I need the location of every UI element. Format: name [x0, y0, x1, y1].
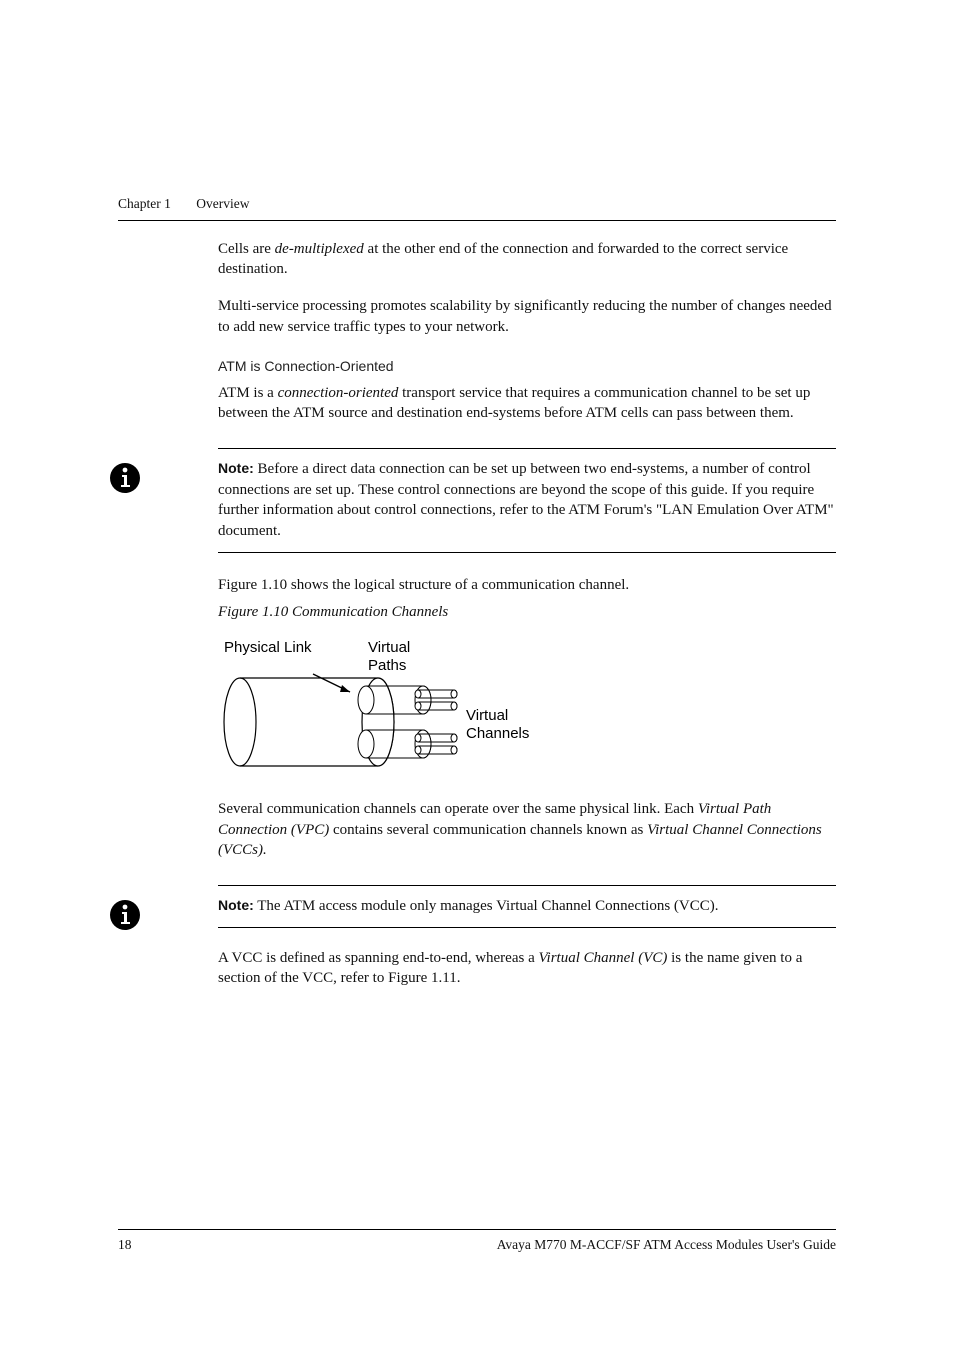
paragraph: ATM is a connection-oriented transport s… — [218, 383, 836, 424]
figure-caption: Figure 1.10 Communication Channels — [218, 602, 836, 623]
note-label: Note: — [218, 460, 254, 476]
paragraph: Multi-service processing promotes scalab… — [218, 296, 836, 337]
note-text: The ATM access module only manages Virtu… — [254, 898, 719, 914]
fig-label-vc1: Virtual — [466, 707, 508, 724]
note-body: Note: The ATM access module only manages… — [218, 896, 836, 917]
running-head: Chapter 1 Overview — [118, 195, 836, 214]
body-cont2: A VCC is defined as spanning end-to-end,… — [118, 928, 836, 989]
figure-communication-channels: Physical Link Virtual Paths Virtual Chan… — [218, 632, 836, 789]
page: Chapter 1 Overview Cells are de-multiple… — [0, 0, 954, 1351]
note-text: Before a direct data connection can be s… — [218, 461, 834, 539]
chapter-title: Overview — [196, 196, 249, 211]
paragraph: Cells are de-multiplexed at the other en… — [218, 239, 836, 280]
info-icon — [108, 898, 142, 939]
fig-label-vp2: Paths — [368, 657, 406, 674]
body-cont: Figure 1.10 shows the logical structure … — [118, 553, 836, 861]
note: Note: Before a direct data connection ca… — [118, 448, 836, 553]
paragraph: Figure 1.10 shows the logical structure … — [218, 575, 836, 596]
footer: 18 Avaya M770 M-ACCF/SF ATM Access Modul… — [118, 1229, 836, 1255]
chapter-label: Chapter 1 — [118, 196, 171, 211]
footer-rule — [118, 1229, 836, 1230]
fig-label-vc2: Channels — [466, 725, 529, 742]
note: Note: The ATM access module only manages… — [118, 885, 836, 928]
body: Cells are de-multiplexed at the other en… — [118, 221, 836, 424]
fig-label-vp1: Virtual — [368, 639, 410, 656]
footer-title: Avaya M770 M-ACCF/SF ATM Access Modules … — [497, 1236, 836, 1255]
subheading: ATM is Connection-Oriented — [218, 357, 836, 376]
note-label: Note: — [218, 897, 254, 913]
fig-label-physical: Physical Link — [224, 639, 312, 656]
note-rule-top — [218, 885, 836, 886]
note-rule-top — [218, 448, 836, 449]
page-number: 18 — [118, 1236, 132, 1255]
paragraph: A VCC is defined as spanning end-to-end,… — [218, 948, 836, 989]
info-icon — [108, 461, 142, 502]
note-body: Note: Before a direct data connection ca… — [218, 459, 836, 542]
paragraph: Several communication channels can opera… — [218, 799, 836, 861]
